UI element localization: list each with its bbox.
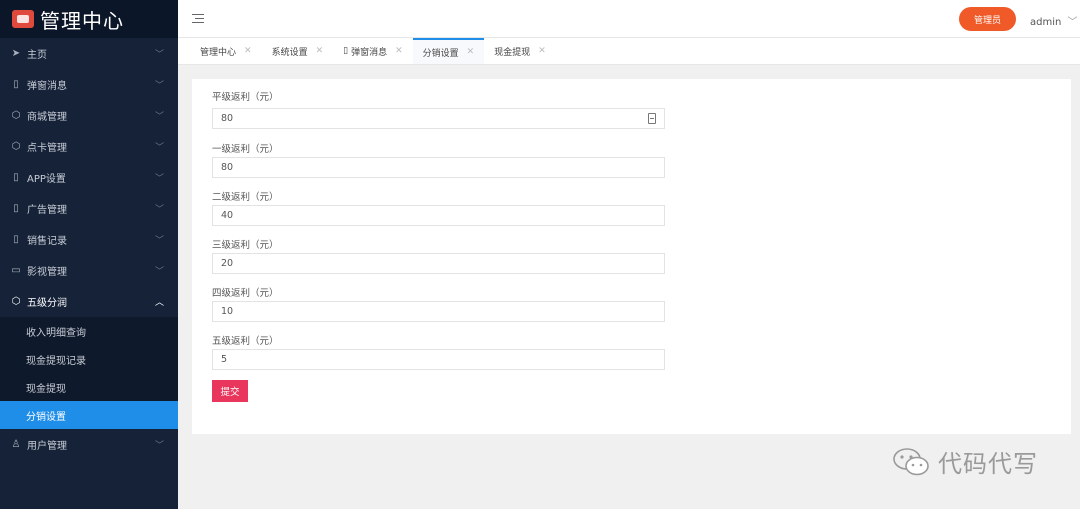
- field-label: 一级返利（元）: [212, 144, 279, 155]
- sidebar-item-label: 弹窗消息: [27, 81, 67, 92]
- level5-rebate-input[interactable]: 5: [212, 349, 665, 370]
- sidebar-item-video[interactable]: ▭ 影视管理 ﹀: [0, 255, 178, 286]
- sidebar: 管理中心 ➤ 主页 ﹀ ▯ 弹窗消息 ﹀ ⬡ 商城管理 ﹀ ⬡ 点卡管理 ﹀ ▯…: [0, 0, 178, 509]
- tab-label: 分销设置: [422, 48, 459, 59]
- level2-rebate-input[interactable]: 40: [212, 205, 665, 226]
- doc-icon: ▯: [13, 203, 19, 214]
- sidebar-item-label: 广告管理: [27, 205, 67, 216]
- close-icon[interactable]: ✕: [467, 47, 475, 57]
- user-icon: ♙: [11, 439, 21, 450]
- chevron-down-icon: ﹀: [154, 205, 164, 215]
- field-value: 80: [221, 113, 234, 124]
- sidebar-item-app-settings[interactable]: ▯ APP设置 ﹀: [0, 162, 178, 193]
- sidebar-item-home[interactable]: ➤ 主页 ﹀: [0, 38, 178, 69]
- chevron-down-icon: ﹀: [1067, 17, 1078, 28]
- chevron-down-icon: ﹀: [154, 143, 164, 153]
- field-value: 40: [221, 210, 234, 221]
- chevron-down-icon: ﹀: [154, 441, 164, 451]
- cube-icon: ⬡: [11, 110, 21, 121]
- sidebar-item-five-level-profit[interactable]: ⬡ 五级分润 ︿: [0, 286, 178, 317]
- sidebar-item-label: 商城管理: [27, 112, 67, 123]
- close-icon[interactable]: ✕: [395, 46, 403, 56]
- topbar: 管理员 admin ﹀: [178, 0, 1080, 38]
- tab-label: 管理中心: [200, 47, 237, 58]
- video-icon: ▭: [11, 265, 21, 276]
- same-level-rebate-input[interactable]: 80: [212, 108, 665, 129]
- tv-logo-icon: [12, 10, 34, 28]
- sidebar-item-mall[interactable]: ⬡ 商城管理 ﹀: [0, 100, 178, 131]
- tab-label: 系统设置: [271, 47, 308, 58]
- wechat-icon: [893, 447, 929, 475]
- sidebar-item-ads[interactable]: ▯ 广告管理 ﹀: [0, 193, 178, 224]
- tab-label: 弹窗消息: [351, 47, 388, 58]
- close-icon[interactable]: ✕: [316, 46, 324, 56]
- field-label: 平级返利（元）: [212, 92, 279, 103]
- brand: 管理中心: [0, 0, 178, 38]
- watermark-text: 代码代写: [938, 450, 1038, 478]
- doc-icon: ▯: [13, 172, 19, 183]
- doc-icon: ▯: [343, 46, 349, 56]
- sidebar-item-label: 销售记录: [27, 236, 67, 247]
- level4-rebate-input[interactable]: 10: [212, 301, 665, 322]
- chevron-down-icon: ﹀: [154, 50, 164, 60]
- cube-icon: ⬡: [11, 141, 21, 152]
- field-value: 20: [221, 258, 234, 269]
- user-menu[interactable]: admin ﹀: [1030, 13, 1078, 28]
- field-value: 10: [221, 306, 234, 317]
- field-label: 四级返利（元）: [212, 288, 279, 299]
- chevron-down-icon: ﹀: [154, 174, 164, 184]
- calculator-icon: [648, 113, 656, 124]
- admin-role-button[interactable]: 管理员: [959, 7, 1016, 31]
- doc-icon: ▯: [13, 79, 19, 90]
- chevron-down-icon: ﹀: [154, 81, 164, 91]
- tab-admin-center[interactable]: 管理中心 ✕: [190, 38, 262, 64]
- cube-icon: ⬡: [11, 296, 21, 307]
- chevron-down-icon: ﹀: [154, 112, 164, 122]
- level1-rebate-input[interactable]: 80: [212, 157, 665, 178]
- field-value: 5: [221, 354, 228, 365]
- chevron-down-icon: ﹀: [154, 267, 164, 277]
- username: admin: [1030, 17, 1062, 28]
- sidebar-item-label: 用户管理: [27, 441, 67, 452]
- tab-bar: 管理中心 ✕ 系统设置 ✕ ▯ 弹窗消息 ✕ 分销设置 ✕ 现金提现 ✕: [178, 38, 1080, 65]
- close-icon[interactable]: ✕: [244, 46, 252, 56]
- level3-rebate-input[interactable]: 20: [212, 253, 665, 274]
- tab-cash-withdrawal[interactable]: 现金提现 ✕: [484, 38, 556, 64]
- field-value: 80: [221, 162, 234, 173]
- sidebar-item-label: 影视管理: [27, 267, 67, 278]
- sidebar-subitem-withdraw-records[interactable]: 现金提现记录: [0, 345, 178, 373]
- submit-button[interactable]: 提交: [212, 380, 248, 402]
- sidebar-subitem-income-details[interactable]: 收入明细查询: [0, 317, 178, 345]
- sidebar-subitem-distribution-settings[interactable]: 分销设置: [0, 401, 178, 429]
- send-icon: ➤: [11, 48, 21, 59]
- sidebar-item-label: 五级分润: [27, 298, 67, 309]
- close-icon[interactable]: ✕: [538, 46, 546, 56]
- tab-popup-messages[interactable]: ▯ 弹窗消息 ✕: [333, 38, 413, 64]
- menu-toggle-icon[interactable]: [192, 12, 204, 24]
- sidebar-item-sales-records[interactable]: ▯ 销售记录 ﹀: [0, 224, 178, 255]
- sidebar-submenu: 收入明细查询 现金提现记录 现金提现 分销设置: [0, 317, 178, 429]
- tab-distribution-settings[interactable]: 分销设置 ✕: [412, 38, 485, 64]
- sidebar-item-popup-messages[interactable]: ▯ 弹窗消息 ﹀: [0, 69, 178, 100]
- sidebar-item-label: 点卡管理: [27, 143, 67, 154]
- sidebar-subitem-withdraw[interactable]: 现金提现: [0, 373, 178, 401]
- field-label: 五级返利（元）: [212, 336, 279, 347]
- field-label: 二级返利（元）: [212, 192, 279, 203]
- sidebar-item-label: 主页: [27, 50, 47, 61]
- chevron-down-icon: ﹀: [154, 236, 164, 246]
- tab-system-settings[interactable]: 系统设置 ✕: [262, 38, 334, 64]
- watermark: 代码代写: [892, 444, 1038, 479]
- field-label: 三级返利（元）: [212, 240, 279, 251]
- sidebar-item-point-cards[interactable]: ⬡ 点卡管理 ﹀: [0, 131, 178, 162]
- sidebar-item-users[interactable]: ♙ 用户管理 ﹀: [0, 429, 178, 460]
- settings-form-panel: 平级返利（元） 80 一级返利（元） 80 二级返利（元） 40 三级返利（元）…: [192, 79, 1071, 434]
- tab-label: 现金提现: [494, 47, 531, 58]
- sidebar-item-label: APP设置: [27, 174, 66, 185]
- doc-icon: ▯: [13, 234, 19, 245]
- chevron-up-icon: ︿: [154, 298, 164, 308]
- brand-title: 管理中心: [40, 8, 124, 33]
